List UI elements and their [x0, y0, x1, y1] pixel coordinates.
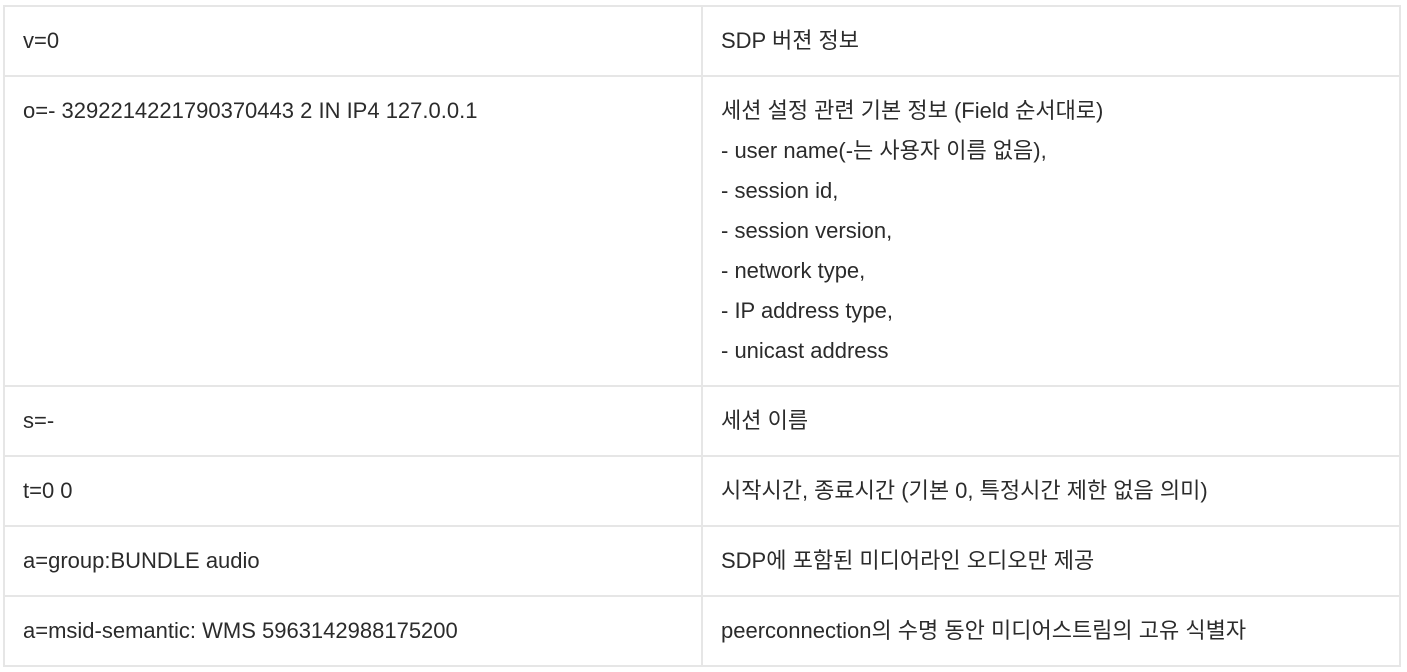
table-row: a=group:BUNDLE audio SDP에 포함된 미디어라인 오디오만 …	[3, 525, 1401, 597]
description-line: - network type,	[721, 258, 866, 283]
description-line: - IP address type,	[721, 298, 894, 323]
description-line: 시작시간, 종료시간 (기본 0, 특정시간 제한 없음 의미)	[721, 478, 1208, 503]
description-cell: 세션 설정 관련 기본 정보 (Field 순서대로) - user name(-…	[701, 75, 1401, 387]
description-line: - user name(-는 사용자 이름 없음),	[721, 138, 1047, 163]
description-cell: peerconnection의 수명 동안 미디어스트림의 고유 식별자	[701, 595, 1401, 667]
table-row: s=- 세션 이름	[3, 385, 1401, 457]
table-row: t=0 0 시작시간, 종료시간 (기본 0, 특정시간 제한 없음 의미)	[3, 455, 1401, 527]
table-row: a=msid-semantic: WMS 5963142988175200 pee…	[3, 595, 1401, 667]
description-line: peerconnection의 수명 동안 미디어스트림의 고유 식별자	[721, 618, 1247, 643]
sdp-field-cell: a=group:BUNDLE audio	[3, 525, 703, 597]
description-line: SDP에 포함된 미디어라인 오디오만 제공	[721, 548, 1095, 573]
table-row: v=0 SDP 버젼 정보	[3, 5, 1401, 77]
description-line: 세션 이름	[721, 408, 809, 433]
table-row: o=- 3292214221790370443 2 IN IP4 127.0.0…	[3, 75, 1401, 387]
sdp-table-body: v=0 SDP 버젼 정보 o=- 3292214221790370443 2 IN…	[3, 5, 1401, 667]
description-cell: SDP 버젼 정보	[701, 5, 1401, 77]
description-cell: 시작시간, 종료시간 (기본 0, 특정시간 제한 없음 의미)	[701, 455, 1401, 527]
sdp-table: v=0 SDP 버젼 정보 o=- 3292214221790370443 2 IN…	[3, 5, 1401, 667]
sdp-field-cell: o=- 3292214221790370443 2 IN IP4 127.0.0…	[3, 75, 703, 387]
description-cell: 세션 이름	[701, 385, 1401, 457]
description-line: - unicast address	[721, 338, 889, 363]
description-line: - session version,	[721, 218, 893, 243]
sdp-field-cell: v=0	[3, 5, 703, 77]
sdp-field-cell: s=-	[3, 385, 703, 457]
description-line: - session id,	[721, 178, 839, 203]
sdp-field-cell: a=msid-semantic: WMS 5963142988175200	[3, 595, 703, 667]
description-line: 세션 설정 관련 기본 정보 (Field 순서대로)	[721, 98, 1104, 123]
sdp-field-cell: t=0 0	[3, 455, 703, 527]
description-line: SDP 버젼 정보	[721, 28, 860, 53]
description-cell: SDP에 포함된 미디어라인 오디오만 제공	[701, 525, 1401, 597]
